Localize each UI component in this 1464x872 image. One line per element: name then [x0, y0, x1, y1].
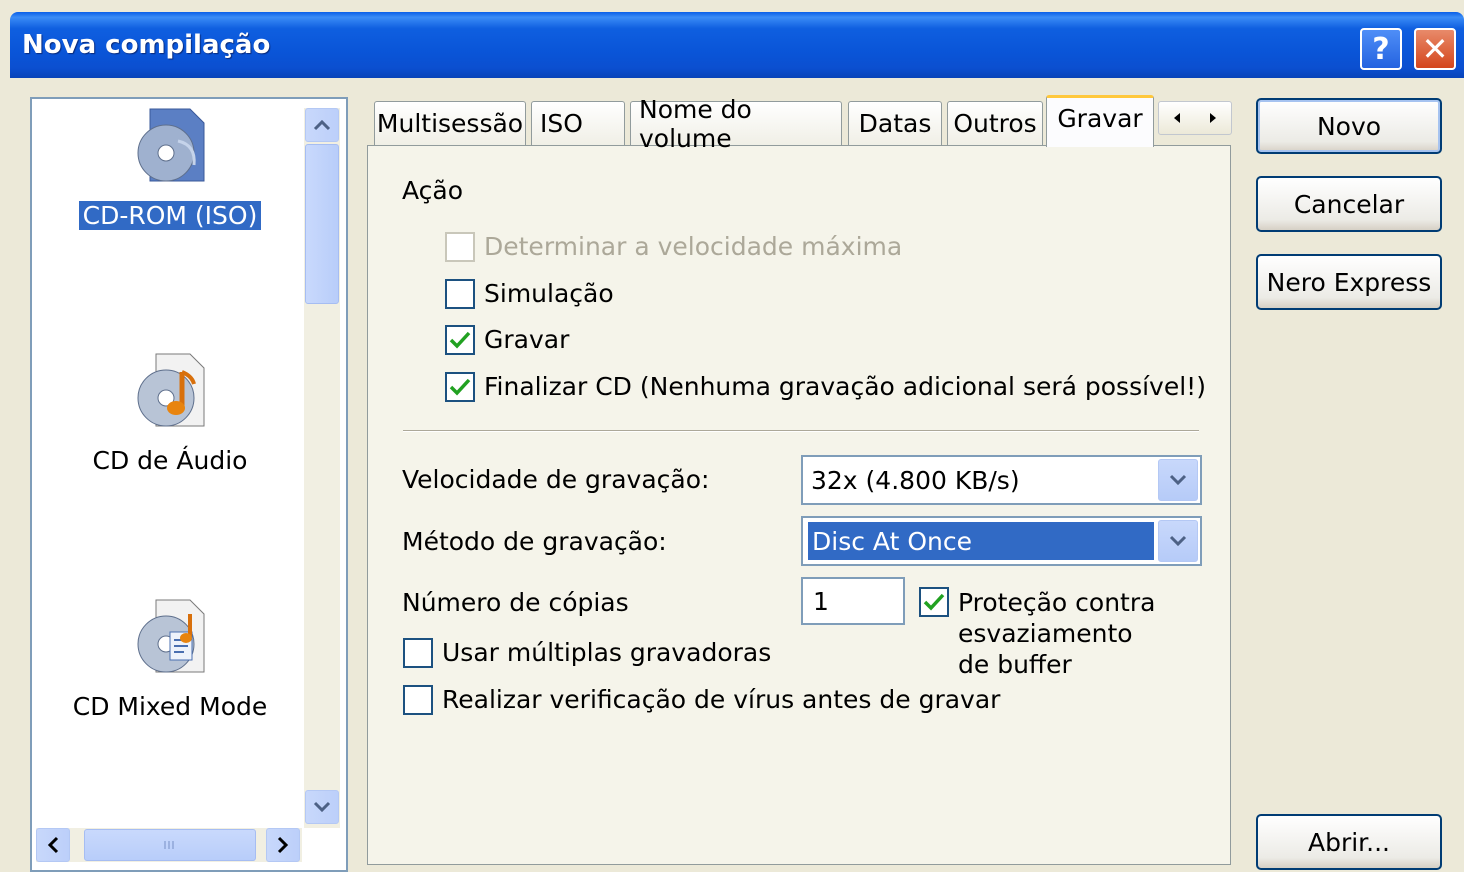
write-method-label: Método de gravação:	[402, 527, 667, 556]
virus-check-checkbox[interactable]	[403, 685, 433, 715]
horizontal-scrollbar[interactable]	[36, 828, 302, 862]
buffer-protection-checkbox[interactable]	[919, 587, 949, 617]
cancel-button[interactable]: Cancelar	[1256, 176, 1442, 232]
arrow-left-icon[interactable]	[1172, 112, 1182, 124]
new-button[interactable]: Novo	[1256, 98, 1442, 154]
tab-nome-do-volume[interactable]: Nome do volume	[630, 95, 842, 153]
chevron-down-icon	[1169, 535, 1187, 547]
tab-gravar[interactable]: Gravar	[1046, 95, 1154, 147]
copies-label: Número de cópias	[402, 588, 629, 617]
list-item-audio-cd[interactable]: CD de Áudio	[60, 350, 280, 475]
list-item-mixed-mode-cd[interactable]: CD Mixed Mode	[60, 596, 280, 721]
tab-scroll-buttons[interactable]	[1158, 101, 1232, 135]
max-speed-label: Determinar a velocidade máxima	[484, 232, 903, 261]
scroll-up-button[interactable]	[305, 108, 339, 142]
help-button[interactable]: ?	[1360, 28, 1402, 70]
chevron-left-icon	[47, 836, 59, 854]
mixed-mode-cd-icon	[137, 599, 205, 673]
write-speed-select[interactable]: 32x (4.800 KB/s)	[801, 455, 1202, 505]
write-method-value: Disc At Once	[808, 522, 1154, 560]
burn-checkbox[interactable]	[445, 325, 475, 355]
tab-label: Nome do volume	[639, 94, 752, 153]
checkmark-icon	[449, 378, 471, 396]
list-item-label: CD-ROM (ISO)	[77, 200, 263, 231]
copies-input[interactable]: 1	[801, 577, 905, 625]
scroll-thumb[interactable]	[305, 144, 339, 304]
checkmark-icon	[923, 593, 945, 611]
cd-rom-iso-icon	[137, 108, 205, 182]
multiple-writers-label: Usar múltiplas gravadoras	[442, 638, 772, 667]
tab-datas[interactable]: Datas	[848, 101, 942, 145]
chevron-down-icon	[1169, 474, 1187, 486]
tab-label: Gravar	[1057, 104, 1143, 133]
list-item-label: CD de Áudio	[92, 446, 248, 475]
tab-multisessao[interactable]: Multisessão	[374, 101, 526, 145]
list-item-label: CD Mixed Mode	[72, 692, 268, 721]
arrow-right-icon[interactable]	[1208, 112, 1218, 124]
dropdown-button[interactable]	[1158, 520, 1198, 562]
chevron-up-icon	[313, 119, 331, 131]
virus-check-label: Realizar verificação de vírus antes de g…	[442, 685, 1001, 714]
write-method-select[interactable]: Disc At Once	[801, 516, 1202, 566]
window-title: Nova compilação	[22, 30, 271, 60]
scroll-down-button[interactable]	[305, 790, 339, 824]
audio-cd-icon	[137, 353, 205, 427]
horizontal-scroll-thumb[interactable]	[84, 829, 256, 861]
tab-label: Outros	[953, 109, 1037, 138]
dropdown-button[interactable]	[1158, 459, 1198, 501]
buffer-protection-label: Proteção contra esvaziamento de buffer	[958, 588, 1156, 679]
chevron-down-icon	[313, 801, 331, 813]
simulation-checkbox[interactable]	[445, 279, 475, 309]
multiple-writers-checkbox[interactable]	[403, 638, 433, 668]
vertical-scrollbar[interactable]	[304, 108, 340, 828]
finalize-cd-label: Finalizar CD (Nenhuma gravação adicional…	[484, 372, 1206, 401]
section-divider	[403, 430, 1199, 432]
tab-label: Multisessão	[376, 109, 524, 138]
tab-iso[interactable]: ISO	[531, 101, 625, 145]
scroll-right-button[interactable]	[266, 828, 300, 862]
write-speed-label: Velocidade de gravação:	[402, 465, 710, 494]
max-speed-checkbox[interactable]	[445, 232, 475, 262]
tab-outros[interactable]: Outros	[947, 101, 1043, 145]
close-button[interactable]: ✕	[1414, 28, 1456, 70]
tab-label: Datas	[858, 109, 932, 138]
scroll-left-button[interactable]	[36, 828, 70, 862]
list-item-cd-rom-iso[interactable]: CD-ROM (ISO)	[60, 105, 280, 231]
burn-label: Gravar	[484, 325, 570, 354]
write-speed-value: 32x (4.800 KB/s)	[811, 465, 1020, 495]
grip-icon	[164, 841, 174, 849]
open-button[interactable]: Abrir...	[1256, 814, 1442, 870]
chevron-right-icon	[277, 836, 289, 854]
nero-express-button[interactable]: Nero Express	[1256, 254, 1442, 310]
finalize-cd-checkbox[interactable]	[445, 372, 475, 402]
checkmark-icon	[449, 331, 471, 349]
tab-label: ISO	[540, 109, 583, 138]
simulation-label: Simulação	[484, 279, 614, 308]
action-section-label: Ação	[402, 176, 464, 205]
